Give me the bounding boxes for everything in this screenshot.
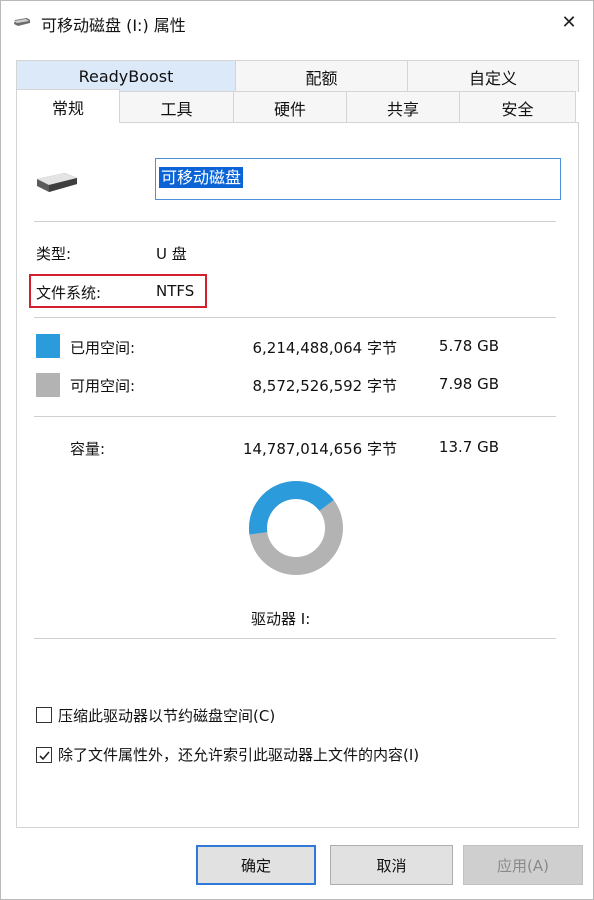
filesystem-value: NTFS — [156, 282, 195, 300]
free-space-swatch — [36, 373, 60, 397]
divider — [34, 317, 556, 318]
tab-tools[interactable]: 工具 — [119, 91, 234, 123]
filesystem-label: 文件系统: — [36, 284, 102, 302]
type-value: U 盘 — [156, 245, 187, 263]
title-bar[interactable]: 可移动磁盘 (I:) 属性 ✕ — [1, 1, 593, 45]
free-space-size: 7.98 GB — [438, 375, 499, 393]
free-space-bytes: 8,572,526,592 字节 — [252, 377, 397, 395]
tab-row-back: ReadyBoost 配额 自定义 — [16, 60, 579, 92]
tab-general[interactable]: 常规 — [16, 89, 120, 123]
tab-row-front: 常规 工具 硬件 共享 安全 — [16, 89, 576, 123]
tab-quota[interactable]: 配额 — [235, 60, 408, 92]
type-label: 类型: — [36, 245, 72, 263]
drive-letter-label: 驱动器 I: — [251, 610, 311, 628]
compress-label[interactable]: 压缩此驱动器以节约磁盘空间(C) — [58, 705, 275, 726]
checkmark-icon — [39, 751, 50, 761]
index-label[interactable]: 除了文件属性外，还允许索引此驱动器上文件的内容(I) — [58, 744, 419, 765]
properties-window: 可移动磁盘 (I:) 属性 ✕ ReadyBoost 配额 自定义 常规 工具 … — [0, 0, 594, 900]
drive-name-input[interactable]: 可移动磁盘 — [155, 158, 561, 200]
space-usage-donut — [249, 481, 343, 575]
used-space-swatch — [36, 334, 60, 358]
drive-name-text: 可移动磁盘 — [159, 167, 244, 188]
tab-customize[interactable]: 自定义 — [407, 60, 579, 92]
cancel-button[interactable]: 取消 — [330, 845, 453, 885]
drive-icon — [14, 18, 30, 26]
tab-hardware[interactable]: 硬件 — [233, 91, 347, 123]
window-title: 可移动磁盘 (I:) 属性 — [41, 16, 186, 35]
capacity-size: 13.7 GB — [438, 438, 499, 456]
tab-readyboost[interactable]: ReadyBoost — [16, 60, 236, 92]
free-space-label: 可用空间: — [70, 377, 136, 395]
ok-button[interactable]: 确定 — [196, 845, 316, 885]
tab-sharing[interactable]: 共享 — [346, 91, 460, 123]
divider — [34, 221, 556, 222]
used-space-label: 已用空间: — [70, 339, 136, 357]
capacity-bytes: 14,787,014,656 字节 — [242, 440, 397, 458]
index-checkbox[interactable] — [36, 747, 52, 763]
capacity-label: 容量: — [70, 440, 106, 458]
usb-drive-icon — [37, 173, 77, 192]
tab-security[interactable]: 安全 — [459, 91, 576, 123]
used-space-size: 5.78 GB — [438, 337, 499, 355]
divider — [34, 416, 556, 417]
compress-checkbox[interactable] — [36, 707, 52, 723]
close-button[interactable]: ✕ — [551, 5, 587, 39]
divider — [34, 638, 556, 639]
close-icon: ✕ — [561, 11, 577, 33]
apply-button[interactable]: 应用(A) — [463, 845, 583, 885]
used-space-bytes: 6,214,488,064 字节 — [252, 339, 397, 357]
